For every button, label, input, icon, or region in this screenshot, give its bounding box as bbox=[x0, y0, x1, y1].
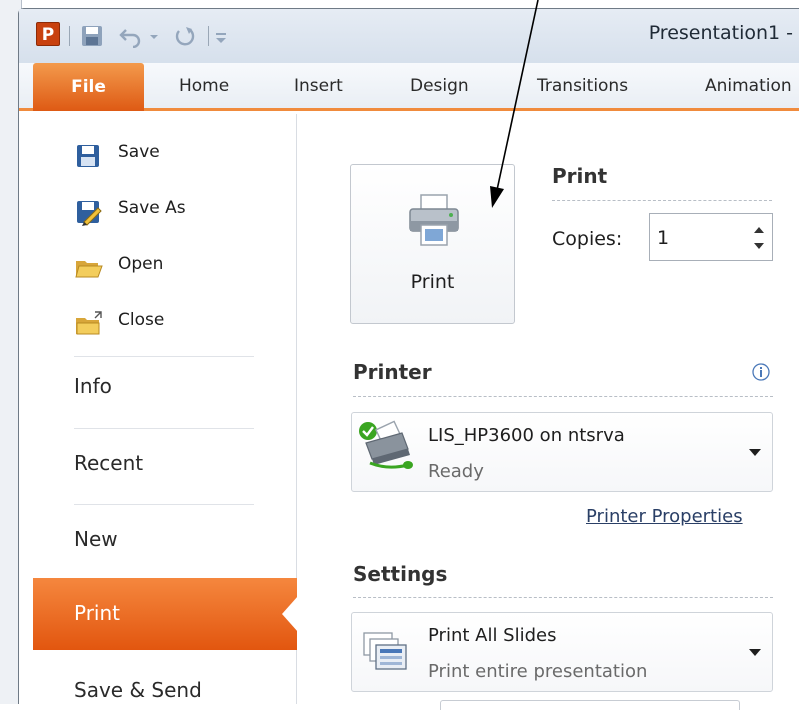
window-title: Presentation1 - bbox=[648, 22, 793, 44]
qat-separator bbox=[208, 26, 209, 46]
tab-design[interactable]: Design bbox=[410, 76, 469, 96]
print-slides-dropdown[interactable]: Print All Slides Print entire presentati… bbox=[351, 612, 773, 692]
nav-divider bbox=[74, 356, 254, 357]
slides-stack-icon bbox=[363, 632, 407, 670]
close-folder-icon bbox=[76, 311, 102, 335]
next-setting-dropdown[interactable] bbox=[440, 700, 740, 710]
nav-divider bbox=[74, 504, 254, 505]
nav-divider bbox=[74, 428, 254, 429]
tab-file[interactable]: File bbox=[33, 63, 144, 111]
nav-tab-print-label: Print bbox=[74, 601, 121, 625]
printer-status: Ready bbox=[428, 461, 484, 482]
print-slides-main: Print All Slides bbox=[428, 625, 557, 646]
settings-heading-divider bbox=[353, 597, 773, 598]
chevron-down-icon bbox=[749, 649, 761, 656]
print-heading: Print bbox=[552, 164, 608, 188]
qat-undo-dropdown-icon[interactable] bbox=[148, 24, 160, 48]
nav-tab-recent[interactable]: Recent bbox=[74, 451, 143, 475]
nav-save-as-command[interactable]: Save As bbox=[74, 198, 234, 226]
customize-qat-icon[interactable] bbox=[214, 24, 228, 48]
printer-icon bbox=[409, 194, 459, 246]
print-button[interactable]: Print bbox=[350, 164, 515, 324]
printer-heading: Printer bbox=[353, 360, 432, 384]
copies-stepper[interactable]: 1 bbox=[649, 213, 773, 261]
tab-animation[interactable]: Animation bbox=[705, 76, 792, 96]
tab-home[interactable]: Home bbox=[179, 76, 229, 96]
tab-transitions[interactable]: Transitions bbox=[537, 76, 628, 96]
nav-open-label: Open bbox=[118, 254, 164, 274]
printer-dropdown[interactable]: LIS_HP3600 on ntsrva Ready bbox=[351, 412, 773, 492]
printer-heading-divider bbox=[353, 396, 773, 397]
nav-tab-save-send[interactable]: Save & Send bbox=[74, 678, 202, 702]
network-printer-icon bbox=[359, 420, 413, 469]
nav-save-as-label: Save As bbox=[118, 198, 186, 218]
qat-undo-icon[interactable] bbox=[118, 24, 146, 48]
qat-save-icon[interactable] bbox=[80, 24, 104, 48]
printer-properties-link[interactable]: Printer Properties bbox=[586, 506, 743, 527]
save-as-icon bbox=[77, 201, 102, 226]
printer-name: LIS_HP3600 on ntsrva bbox=[428, 425, 625, 446]
copies-value: 1 bbox=[657, 227, 670, 249]
copies-label: Copies: bbox=[552, 228, 623, 250]
nav-close-label: Close bbox=[118, 310, 165, 330]
selected-tab-pointer bbox=[282, 596, 298, 632]
tab-insert[interactable]: Insert bbox=[294, 76, 343, 96]
powerpoint-logo-icon[interactable]: P bbox=[36, 22, 60, 46]
nav-tab-new[interactable]: New bbox=[74, 527, 118, 551]
print-button-label: Print bbox=[410, 271, 455, 293]
nav-tab-info[interactable]: Info bbox=[74, 374, 112, 398]
print-heading-divider bbox=[552, 200, 772, 201]
info-icon[interactable] bbox=[751, 362, 771, 382]
settings-heading: Settings bbox=[353, 562, 448, 586]
nav-close-command[interactable]: Close bbox=[74, 310, 214, 338]
nav-save-command[interactable]: Save bbox=[74, 142, 214, 170]
qat-separator bbox=[69, 26, 70, 46]
qat-repeat-icon[interactable] bbox=[172, 24, 198, 48]
save-icon bbox=[77, 145, 99, 167]
nav-open-command[interactable]: Open bbox=[74, 254, 214, 282]
nav-tab-print[interactable] bbox=[33, 578, 297, 650]
spinner-arrows-icon[interactable] bbox=[752, 221, 766, 255]
print-slides-sub: Print entire presentation bbox=[428, 661, 648, 682]
chevron-down-icon bbox=[749, 449, 761, 456]
nav-save-label: Save bbox=[118, 142, 160, 162]
open-folder-icon bbox=[75, 261, 103, 278]
